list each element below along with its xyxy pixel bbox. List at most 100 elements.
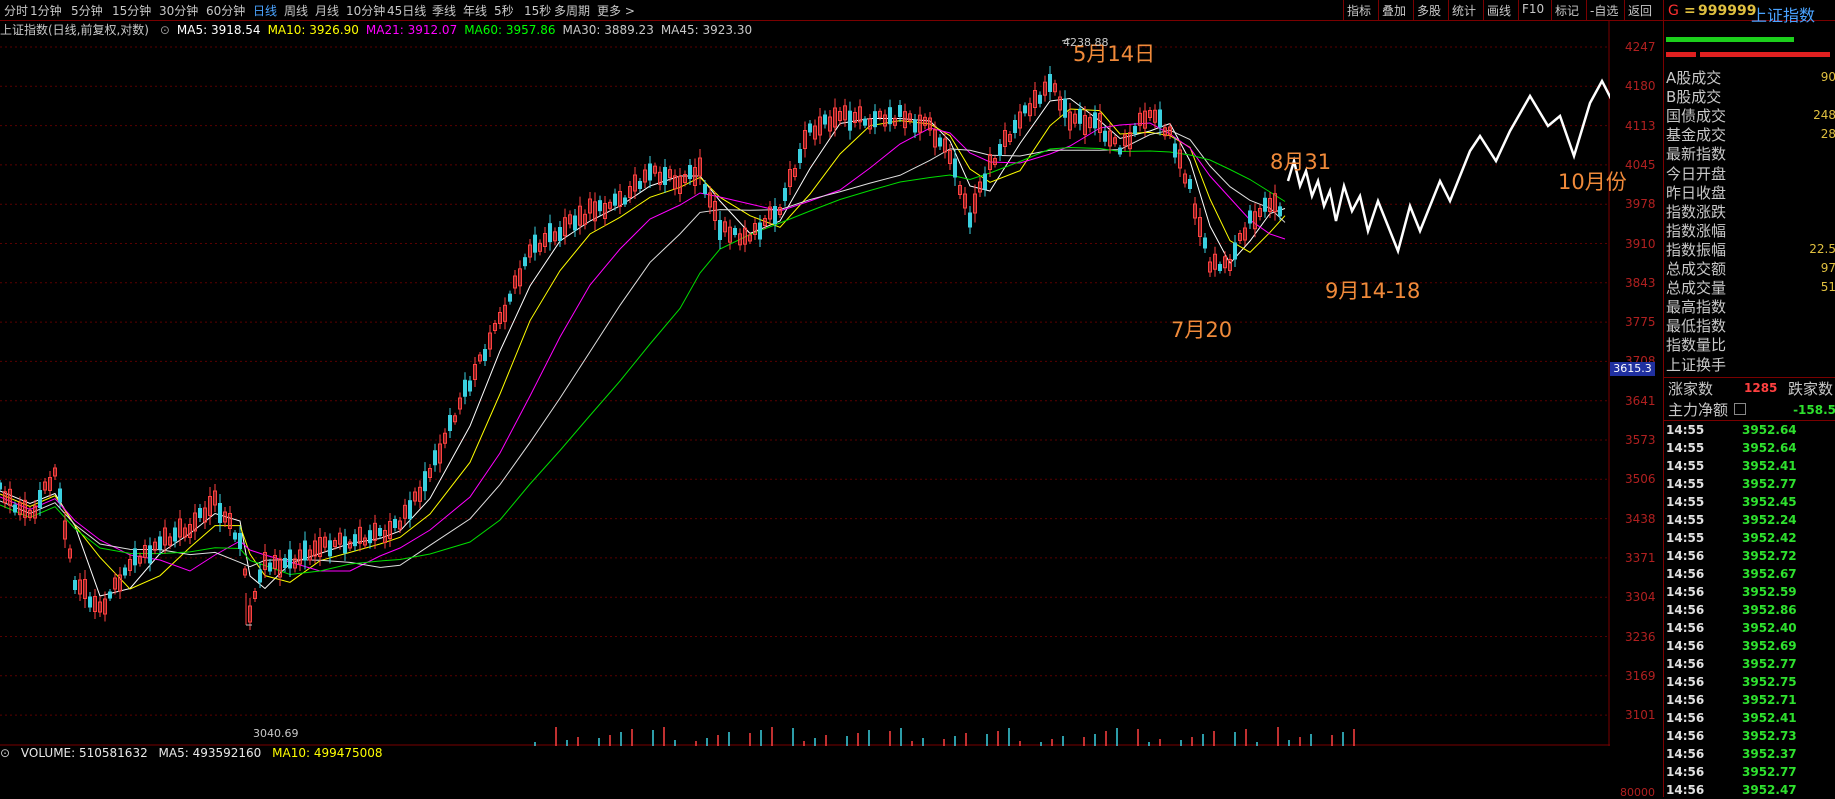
candlestick-chart[interactable]	[0, 21, 1610, 746]
tick-price: 3952.72	[1742, 549, 1797, 563]
quote-label: 上证换手	[1666, 355, 1727, 374]
tick-time: 14:56	[1666, 603, 1705, 617]
quote-label: 指数振幅	[1666, 240, 1727, 259]
period-5[interactable]: 60分钟	[206, 2, 245, 19]
index-code: 999999	[1698, 3, 1757, 19]
current-price-tag: 3615.3	[1610, 362, 1655, 376]
tick-time: 14:56	[1666, 693, 1705, 707]
tick-time: 14:56	[1666, 585, 1705, 599]
quote-value: 28	[1820, 127, 1835, 142]
period-4[interactable]: 30分钟	[159, 2, 198, 19]
price-tick-label: 3438	[1625, 511, 1656, 526]
quote-label: 指数量比	[1666, 336, 1727, 355]
up-count-label: 涨家数	[1668, 380, 1714, 398]
volume-bar-red-1	[1666, 52, 1696, 57]
period-10[interactable]: 45日线	[387, 2, 426, 19]
tick-price: 3952.71	[1742, 693, 1797, 707]
tick-time: 14:56	[1666, 711, 1705, 725]
tick-time: 14:55	[1666, 423, 1705, 437]
period-15[interactable]: 多周期	[554, 2, 590, 19]
tick-time: 14:56	[1666, 783, 1705, 797]
tool-6[interactable]: 标记	[1555, 2, 1579, 19]
ma-indicator-bar: 上证指数(日线,前复权,对数) ⊙ MA5: 3918.54 MA10: 3926.…	[0, 21, 759, 39]
quote-value: 22.5	[1809, 241, 1835, 256]
quote-label: B股成交	[1666, 88, 1722, 107]
volume-bar-green	[1666, 37, 1794, 42]
tick-price: 3952.69	[1742, 639, 1797, 653]
period-0[interactable]: 分时	[4, 2, 28, 19]
price-tick-label: 4180	[1625, 79, 1656, 94]
annotation-aug31: 8月31	[1270, 150, 1332, 174]
ma-value-4: MA30: 3889.23	[562, 23, 654, 37]
tick-price: 3952.42	[1742, 531, 1797, 545]
tick-price: 3952.41	[1742, 711, 1797, 725]
quote-label: 总成交量	[1666, 279, 1727, 298]
period-16[interactable]: 更多 >	[597, 2, 635, 19]
tool-4[interactable]: 画线	[1487, 2, 1511, 19]
volume-settings-icon[interactable]: ⊙	[0, 746, 10, 760]
price-tick-label: 3843	[1625, 275, 1656, 290]
period-13[interactable]: 5秒	[494, 2, 514, 19]
period-14[interactable]: 15秒	[524, 2, 551, 19]
period-2[interactable]: 5分钟	[71, 2, 103, 19]
net-flow-toggle[interactable]	[1734, 403, 1746, 415]
period-9[interactable]: 10分钟	[346, 2, 385, 19]
code-prefix: G	[1668, 3, 1679, 19]
down-count-label: 跌家数	[1788, 380, 1834, 398]
indicator-settings-icon[interactable]: ⊙	[160, 23, 170, 37]
high-label: 4238.88	[1063, 36, 1109, 49]
ma-value-3: MA60: 3957.86	[464, 23, 556, 37]
period-6[interactable]: 日线	[253, 2, 277, 19]
price-tick-label: 3910	[1625, 236, 1656, 251]
tool-1[interactable]: 叠加	[1382, 2, 1406, 19]
tick-time: 14:56	[1666, 747, 1705, 761]
tool-3[interactable]: 统计	[1452, 2, 1476, 19]
price-tick-label: 3169	[1625, 668, 1656, 683]
period-11[interactable]: 季线	[432, 2, 456, 19]
tick-price: 3952.24	[1742, 513, 1797, 527]
period-12[interactable]: 年线	[463, 2, 487, 19]
tool-8[interactable]: 返回	[1628, 2, 1652, 19]
low-label: 3040.69	[253, 727, 299, 740]
quote-label: 总成交额	[1666, 260, 1727, 278]
quote-label: 国债成交	[1666, 107, 1727, 126]
quote-label: 最低指数	[1666, 317, 1727, 336]
tick-time: 14:55	[1666, 477, 1705, 491]
price-tick-label: 3641	[1625, 393, 1656, 408]
tick-price: 3952.86	[1742, 603, 1797, 617]
ma-value-1: MA10: 3926.90	[267, 23, 359, 37]
tick-price: 3952.45	[1742, 495, 1797, 509]
quote-panel: G = 999999 上证指数 A股成交 90 B股成交 国债成交 248 基金成交 28 最…	[1663, 0, 1835, 797]
tool-7[interactable]: -自选	[1590, 2, 1618, 19]
period-7[interactable]: 周线	[284, 2, 308, 19]
quote-label: 最新指数	[1666, 145, 1727, 164]
tool-5[interactable]: F10	[1522, 2, 1544, 16]
quote-value: 90	[1820, 70, 1835, 84]
tick-time: 14:55	[1666, 513, 1705, 527]
tick-price: 3952.77	[1742, 657, 1797, 671]
tick-time: 14:56	[1666, 639, 1705, 653]
quote-label: 今日开盘	[1666, 164, 1727, 183]
tool-0[interactable]: 指标	[1347, 2, 1371, 19]
price-tick-label: 3978	[1625, 197, 1656, 212]
net-flow-value: -158.5	[1793, 403, 1835, 417]
price-tick-label: 3236	[1625, 629, 1656, 644]
tick-time: 14:56	[1666, 675, 1705, 689]
tool-2[interactable]: 多股	[1417, 2, 1441, 19]
price-tick-label: 4247	[1625, 40, 1656, 54]
tick-price: 3952.77	[1742, 765, 1797, 779]
ma-value-0: MA5: 3918.54	[176, 23, 261, 37]
annotation-sep: 9月14-18	[1325, 279, 1421, 303]
period-3[interactable]: 15分钟	[112, 2, 151, 19]
ma-value-5: MA45: 3923.30	[660, 23, 753, 37]
net-flow-label: 主力净额	[1668, 401, 1729, 419]
volume-ma10: MA10: 499475008	[272, 746, 383, 760]
period-1[interactable]: 1分钟	[30, 2, 62, 19]
period-8[interactable]: 月线	[315, 2, 339, 19]
tick-time: 14:56	[1666, 621, 1705, 635]
annotation-oct: 10月份	[1558, 170, 1627, 194]
volume-bar-red-2	[1700, 52, 1830, 57]
price-tick-label: 3506	[1625, 472, 1656, 487]
quote-value: 248	[1813, 108, 1835, 123]
tick-price: 3952.64	[1742, 423, 1797, 437]
